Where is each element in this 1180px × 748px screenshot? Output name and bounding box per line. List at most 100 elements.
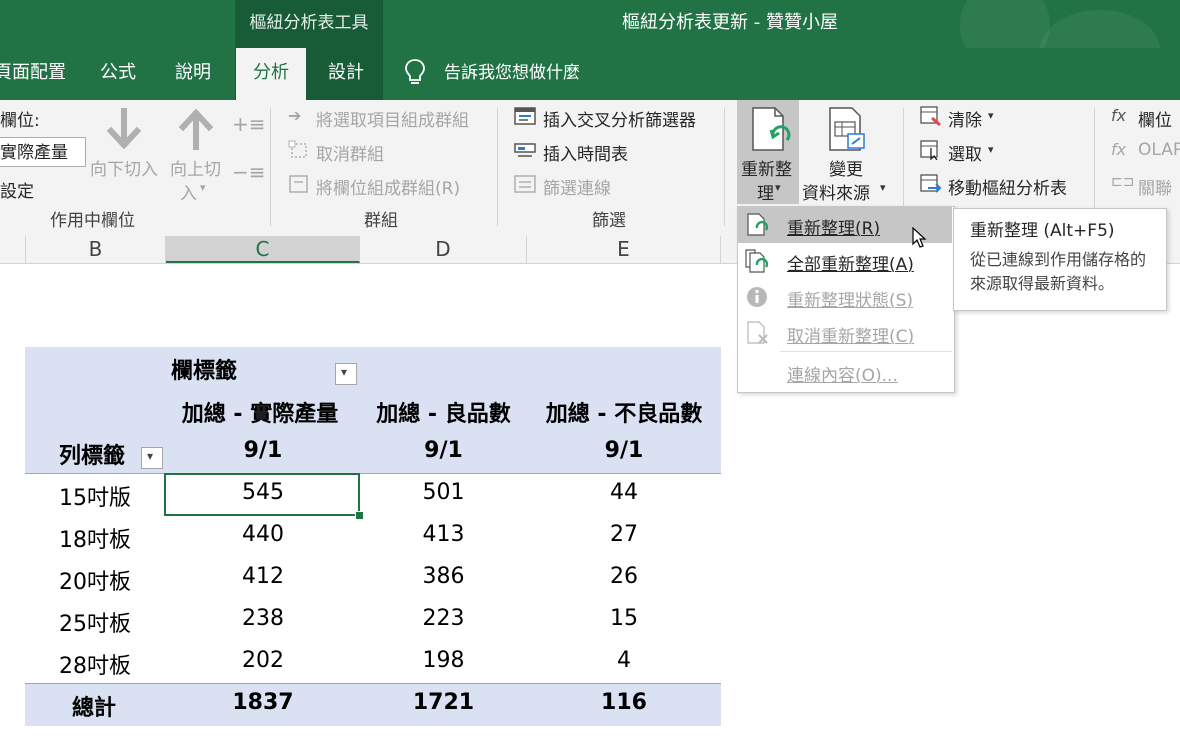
menu-separator (780, 351, 952, 352)
table-cell[interactable]: 4 (527, 648, 721, 673)
relationships-button[interactable]: 關聯 (1138, 174, 1172, 199)
drill-up-button[interactable]: 向上切 (170, 155, 221, 180)
context-tab-group-label: 樞紐分析表工具 (235, 0, 383, 48)
group-selection-button[interactable]: 將選取項目組成群組 (316, 106, 469, 131)
row-label[interactable]: 18吋板 (59, 522, 131, 554)
olap-icon: fx (1111, 140, 1127, 159)
insert-timeline-button[interactable]: 插入時間表 (543, 140, 628, 165)
collapse-field-icon[interactable]: −≡ (232, 160, 266, 184)
refresh-icon (747, 213, 769, 236)
column-labels-filter-button[interactable]: ▾ (335, 363, 357, 385)
table-cell[interactable]: 44 (527, 480, 721, 505)
chevron-down-icon: ▾ (200, 181, 206, 194)
table-cell[interactable]: 223 (360, 606, 527, 631)
table-cell[interactable]: 198 (360, 648, 527, 673)
refresh-button-label-line2: 理 (757, 184, 774, 204)
slicer-icon (514, 107, 536, 125)
tell-me-search[interactable]: 告訴我您想做什麼 (444, 48, 580, 98)
group-separator (497, 108, 498, 226)
expand-field-icon[interactable]: +≡ (232, 112, 266, 136)
column-header-b[interactable]: B (26, 236, 166, 263)
refresh-button-label: 重新整 (741, 160, 792, 180)
menu-item-connection-properties-label[interactable]: 連線內容(O)... (787, 361, 898, 386)
menu-item-refresh-all-label[interactable]: 全部重新整理(A) (787, 250, 914, 275)
table-cell[interactable]: 202 (166, 648, 360, 673)
group-label-group: 群組 (364, 211, 398, 231)
row-label[interactable]: 20吋板 (59, 564, 131, 596)
group-field-icon (289, 175, 308, 193)
ungroup-button[interactable]: 取消群組 (316, 140, 384, 165)
active-field-input[interactable]: 實際產量 (0, 137, 86, 167)
dropdown-arrow-icon: ▾ (147, 449, 154, 463)
grand-total-cell[interactable]: 1837 (166, 690, 360, 715)
measure-header: 加總 - 良品數 (376, 402, 511, 427)
tab-analyze[interactable]: 分析 (236, 48, 306, 100)
chevron-down-icon: ▾ (880, 181, 886, 194)
lightbulb-icon[interactable] (404, 58, 426, 88)
fields-items-icon: fx (1111, 106, 1127, 125)
insert-slicer-button[interactable]: 插入交叉分析篩選器 (543, 106, 696, 131)
change-source-label[interactable]: 變更 (829, 155, 863, 180)
grand-total-cell[interactable]: 1721 (360, 690, 527, 715)
grand-total-label[interactable]: 總計 (72, 690, 116, 722)
relationships-icon: ⊏⊐ (1111, 174, 1135, 190)
table-cell[interactable]: 501 (360, 480, 527, 505)
filter-connections-icon (514, 175, 536, 193)
table-cell[interactable]: 238 (166, 606, 360, 631)
table-cell[interactable]: 26 (527, 564, 721, 589)
ungroup-icon (288, 140, 307, 158)
tooltip-description: 從已連線到作用儲存格的來源取得最新資料。 (970, 250, 1147, 293)
group-label-filter: 篩選 (592, 211, 626, 231)
mouse-cursor-icon (912, 227, 927, 248)
table-cell[interactable]: 15 (527, 606, 721, 631)
column-header-edge (0, 236, 26, 263)
row-label[interactable]: 15吋版 (59, 480, 131, 512)
table-cell[interactable]: 440 (166, 522, 360, 547)
active-cell-border (164, 473, 360, 516)
refresh-icon (752, 107, 791, 151)
column-header-e[interactable]: E (527, 236, 721, 263)
fill-handle[interactable] (355, 511, 364, 520)
table-cell[interactable]: 412 (166, 564, 360, 589)
select-icon (920, 140, 938, 160)
drill-down-button[interactable]: 向下切入 (90, 155, 158, 180)
tab-formulas[interactable]: 公式 (92, 48, 144, 100)
row-label[interactable]: 28吋板 (59, 648, 131, 680)
date-header: 9/1 (243, 438, 283, 463)
clear-button[interactable]: 清除 (948, 106, 982, 131)
menu-item-refresh-label[interactable]: 重新整理(R) (787, 214, 880, 239)
filter-connections-button[interactable]: 篩選連線 (543, 174, 611, 199)
field-settings-button[interactable]: 設定 (0, 177, 34, 202)
move-pivot-button[interactable]: 移動樞紐分析表 (948, 174, 1067, 199)
column-labels-header: 欄標籤 (171, 359, 238, 384)
table-cell[interactable]: 27 (527, 522, 721, 547)
fields-items-button[interactable]: 欄位 (1138, 106, 1172, 131)
row-label[interactable]: 25吋板 (59, 606, 131, 638)
column-header-c[interactable]: C (166, 236, 360, 263)
table-cell[interactable]: 386 (360, 564, 527, 589)
menu-item-cancel-refresh-label[interactable]: 取消重新整理(C) (787, 322, 914, 347)
move-pivot-icon (920, 174, 942, 193)
group-label-active-field: 作用中欄位 (50, 211, 135, 231)
change-source-label-line2[interactable]: 資料來源 (802, 179, 870, 204)
clear-icon (920, 106, 941, 126)
grand-total-cell[interactable]: 116 (527, 690, 721, 715)
menu-item-refresh-status-label[interactable]: 重新整理狀態(S) (787, 286, 913, 311)
row-labels-header: 列標籤 (59, 444, 126, 469)
date-header: 9/1 (424, 438, 463, 463)
change-data-source-icon (829, 107, 865, 151)
olap-tools-button[interactable]: OLAP (1138, 140, 1180, 160)
refresh-all-icon (745, 249, 769, 273)
column-header-d[interactable]: D (360, 236, 527, 263)
select-button[interactable]: 選取 (948, 140, 982, 165)
cancel-refresh-icon (747, 321, 768, 344)
window-title: 樞紐分析表更新 - 贊贊小屋 (622, 12, 838, 33)
row-labels-filter-button[interactable]: ▾ (141, 447, 163, 469)
date-header: 9/1 (604, 438, 644, 463)
group-field-button[interactable]: 將欄位組成群組(R) (316, 174, 460, 199)
drill-down-icon (106, 108, 142, 150)
tab-page-layout[interactable]: 頁面配置 (0, 48, 66, 100)
tab-design[interactable]: 設計 (318, 48, 374, 100)
tab-help[interactable]: 說明 (166, 48, 220, 100)
table-cell[interactable]: 413 (360, 522, 527, 547)
